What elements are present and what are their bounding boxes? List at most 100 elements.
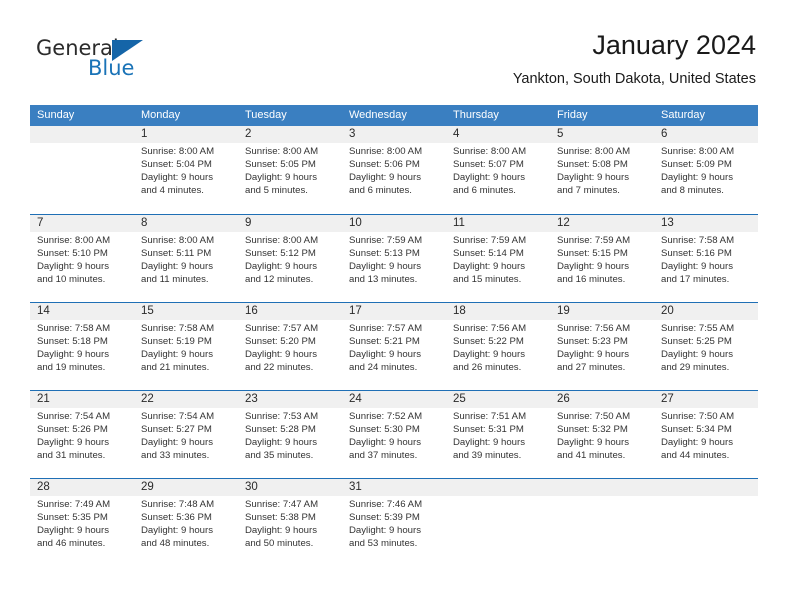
daylight-text-line2: and 19 minutes. xyxy=(37,362,106,373)
daylight-text-line1: Daylight: 9 hours xyxy=(245,172,317,183)
daylight-text-line1: Daylight: 9 hours xyxy=(349,437,421,448)
daylight-text-line1: Daylight: 9 hours xyxy=(141,172,213,183)
day-cell[interactable]: 31 Sunrise: 7:46 AM Sunset: 5:39 PM Dayligh… xyxy=(342,479,446,566)
sunset-text: Sunset: 5:30 PM xyxy=(349,424,420,435)
sunset-text: Sunset: 5:28 PM xyxy=(245,424,316,435)
day-cell-empty xyxy=(654,479,758,566)
day-cell[interactable]: 27 Sunrise: 7:50 AM Sunset: 5:34 PM Dayligh… xyxy=(654,391,758,478)
daylight-text-line1: Daylight: 9 hours xyxy=(661,349,733,360)
daylight-text-line2: and 4 minutes. xyxy=(141,185,204,196)
day-cell[interactable]: 25 Sunrise: 7:51 AM Sunset: 5:31 PM Dayligh… xyxy=(446,391,550,478)
day-cell[interactable]: 4 Sunrise: 8:00 AM Sunset: 5:07 PM Daylight… xyxy=(446,126,550,214)
day-cell[interactable]: 1 Sunrise: 8:00 AM Sunset: 5:04 PM Daylight… xyxy=(134,126,238,214)
day-cell[interactable]: 8 Sunrise: 8:00 AM Sunset: 5:11 PM Daylight… xyxy=(134,215,238,302)
day-cell[interactable]: 16 Sunrise: 7:57 AM Sunset: 5:20 PM Dayligh… xyxy=(238,303,342,390)
day-cell[interactable]: 5 Sunrise: 8:00 AM Sunset: 5:08 PM Daylight… xyxy=(550,126,654,214)
sunset-text: Sunset: 5:38 PM xyxy=(245,512,316,523)
day-details: Sunrise: 7:50 AM Sunset: 5:32 PM Daylight:… xyxy=(557,410,648,462)
sunset-text: Sunset: 5:31 PM xyxy=(453,424,524,435)
day-details: Sunrise: 7:56 AM Sunset: 5:22 PM Daylight:… xyxy=(453,322,544,374)
daylight-text-line1: Daylight: 9 hours xyxy=(453,349,525,360)
day-cell[interactable]: 20 Sunrise: 7:55 AM Sunset: 5:25 PM Dayligh… xyxy=(654,303,758,390)
day-cell[interactable]: 2 Sunrise: 8:00 AM Sunset: 5:05 PM Daylight… xyxy=(238,126,342,214)
daylight-text-line1: Daylight: 9 hours xyxy=(141,261,213,272)
day-cell[interactable]: 15 Sunrise: 7:58 AM Sunset: 5:19 PM Dayligh… xyxy=(134,303,238,390)
sunset-text: Sunset: 5:35 PM xyxy=(37,512,108,523)
location-subtitle: Yankton, South Dakota, United States xyxy=(512,71,756,87)
day-cell[interactable]: 19 Sunrise: 7:56 AM Sunset: 5:23 PM Dayligh… xyxy=(550,303,654,390)
day-number: 29 xyxy=(141,481,154,493)
sunset-text: Sunset: 5:10 PM xyxy=(37,248,108,259)
day-cell[interactable]: 22 Sunrise: 7:54 AM Sunset: 5:27 PM Dayligh… xyxy=(134,391,238,478)
sunset-text: Sunset: 5:34 PM xyxy=(661,424,732,435)
weekday-header-friday: Friday xyxy=(557,109,588,121)
daylight-text-line2: and 27 minutes. xyxy=(557,362,626,373)
daylight-text-line1: Daylight: 9 hours xyxy=(37,261,109,272)
sunset-text: Sunset: 5:08 PM xyxy=(557,159,628,170)
sunrise-text: Sunrise: 7:49 AM xyxy=(37,499,111,510)
sunset-text: Sunset: 5:39 PM xyxy=(349,512,420,523)
day-cell[interactable]: 23 Sunrise: 7:53 AM Sunset: 5:28 PM Dayligh… xyxy=(238,391,342,478)
day-details: Sunrise: 8:00 AM Sunset: 5:12 PM Daylight:… xyxy=(245,234,336,286)
daylight-text-line2: and 24 minutes. xyxy=(349,362,418,373)
sunrise-text: Sunrise: 8:00 AM xyxy=(37,235,111,246)
sunrise-text: Sunrise: 7:52 AM xyxy=(349,411,423,422)
day-details: Sunrise: 8:00 AM Sunset: 5:10 PM Daylight:… xyxy=(37,234,128,286)
sunrise-text: Sunrise: 7:58 AM xyxy=(141,323,215,334)
sunrise-text: Sunrise: 8:00 AM xyxy=(557,146,631,157)
day-number: 31 xyxy=(349,481,362,493)
sunrise-text: Sunrise: 7:54 AM xyxy=(141,411,215,422)
daylight-text-line1: Daylight: 9 hours xyxy=(349,172,421,183)
day-details: Sunrise: 7:55 AM Sunset: 5:25 PM Daylight:… xyxy=(661,322,752,374)
daylight-text-line1: Daylight: 9 hours xyxy=(557,349,629,360)
sunset-text: Sunset: 5:06 PM xyxy=(349,159,420,170)
day-number: 17 xyxy=(349,305,362,317)
daylight-text-line2: and 6 minutes. xyxy=(453,185,516,196)
sunrise-text: Sunrise: 8:00 AM xyxy=(661,146,735,157)
sunrise-text: Sunrise: 7:46 AM xyxy=(349,499,423,510)
sunset-text: Sunset: 5:14 PM xyxy=(453,248,524,259)
sunset-text: Sunset: 5:36 PM xyxy=(141,512,212,523)
day-cell[interactable]: 14 Sunrise: 7:58 AM Sunset: 5:18 PM Dayligh… xyxy=(30,303,134,390)
daylight-text-line1: Daylight: 9 hours xyxy=(349,349,421,360)
general-blue-logo[interactable]: General Blue xyxy=(36,36,216,84)
daylight-text-line2: and 46 minutes. xyxy=(37,538,106,549)
sunrise-text: Sunrise: 8:00 AM xyxy=(245,146,319,157)
sunset-text: Sunset: 5:16 PM xyxy=(661,248,732,259)
daylight-text-line1: Daylight: 9 hours xyxy=(37,525,109,536)
day-cell[interactable]: 17 Sunrise: 7:57 AM Sunset: 5:21 PM Dayligh… xyxy=(342,303,446,390)
daylight-text-line2: and 12 minutes. xyxy=(245,274,314,285)
day-cell[interactable]: 26 Sunrise: 7:50 AM Sunset: 5:32 PM Dayligh… xyxy=(550,391,654,478)
sunset-text: Sunset: 5:20 PM xyxy=(245,336,316,347)
day-cell[interactable]: 28 Sunrise: 7:49 AM Sunset: 5:35 PM Dayligh… xyxy=(30,479,134,566)
day-details: Sunrise: 7:49 AM Sunset: 5:35 PM Daylight:… xyxy=(37,498,128,550)
daylight-text-line2: and 50 minutes. xyxy=(245,538,314,549)
daylight-text-line1: Daylight: 9 hours xyxy=(141,525,213,536)
day-cell[interactable]: 29 Sunrise: 7:48 AM Sunset: 5:36 PM Dayligh… xyxy=(134,479,238,566)
daylight-text-line1: Daylight: 9 hours xyxy=(557,261,629,272)
day-cell[interactable]: 7 Sunrise: 8:00 AM Sunset: 5:10 PM Daylight… xyxy=(30,215,134,302)
day-cell[interactable]: 9 Sunrise: 8:00 AM Sunset: 5:12 PM Daylight… xyxy=(238,215,342,302)
calendar-table: Sunday Monday Tuesday Wednesday Thursday… xyxy=(30,105,758,566)
week-row: 14 Sunrise: 7:58 AM Sunset: 5:18 PM Dayligh… xyxy=(30,302,758,390)
sunrise-text: Sunrise: 8:00 AM xyxy=(349,146,423,157)
day-details: Sunrise: 7:53 AM Sunset: 5:28 PM Daylight:… xyxy=(245,410,336,462)
day-details: Sunrise: 8:00 AM Sunset: 5:06 PM Daylight:… xyxy=(349,145,440,197)
sunset-text: Sunset: 5:05 PM xyxy=(245,159,316,170)
sunrise-text: Sunrise: 7:47 AM xyxy=(245,499,319,510)
day-cell[interactable]: 13 Sunrise: 7:58 AM Sunset: 5:16 PM Dayligh… xyxy=(654,215,758,302)
day-cell[interactable]: 30 Sunrise: 7:47 AM Sunset: 5:38 PM Dayligh… xyxy=(238,479,342,566)
day-number: 9 xyxy=(245,217,252,229)
day-cell[interactable]: 10 Sunrise: 7:59 AM Sunset: 5:13 PM Dayligh… xyxy=(342,215,446,302)
day-cell[interactable]: 18 Sunrise: 7:56 AM Sunset: 5:22 PM Dayligh… xyxy=(446,303,550,390)
day-cell[interactable]: 11 Sunrise: 7:59 AM Sunset: 5:14 PM Dayligh… xyxy=(446,215,550,302)
day-cell[interactable]: 6 Sunrise: 8:00 AM Sunset: 5:09 PM Daylight… xyxy=(654,126,758,214)
sunrise-text: Sunrise: 8:00 AM xyxy=(141,235,215,246)
sunrise-text: Sunrise: 7:59 AM xyxy=(453,235,527,246)
day-cell[interactable]: 3 Sunrise: 8:00 AM Sunset: 5:06 PM Daylight… xyxy=(342,126,446,214)
day-cell[interactable]: 24 Sunrise: 7:52 AM Sunset: 5:30 PM Dayligh… xyxy=(342,391,446,478)
daylight-text-line2: and 8 minutes. xyxy=(661,185,724,196)
day-cell[interactable]: 12 Sunrise: 7:59 AM Sunset: 5:15 PM Dayligh… xyxy=(550,215,654,302)
day-cell[interactable]: 21 Sunrise: 7:54 AM Sunset: 5:26 PM Dayligh… xyxy=(30,391,134,478)
day-details: Sunrise: 8:00 AM Sunset: 5:11 PM Daylight:… xyxy=(141,234,232,286)
